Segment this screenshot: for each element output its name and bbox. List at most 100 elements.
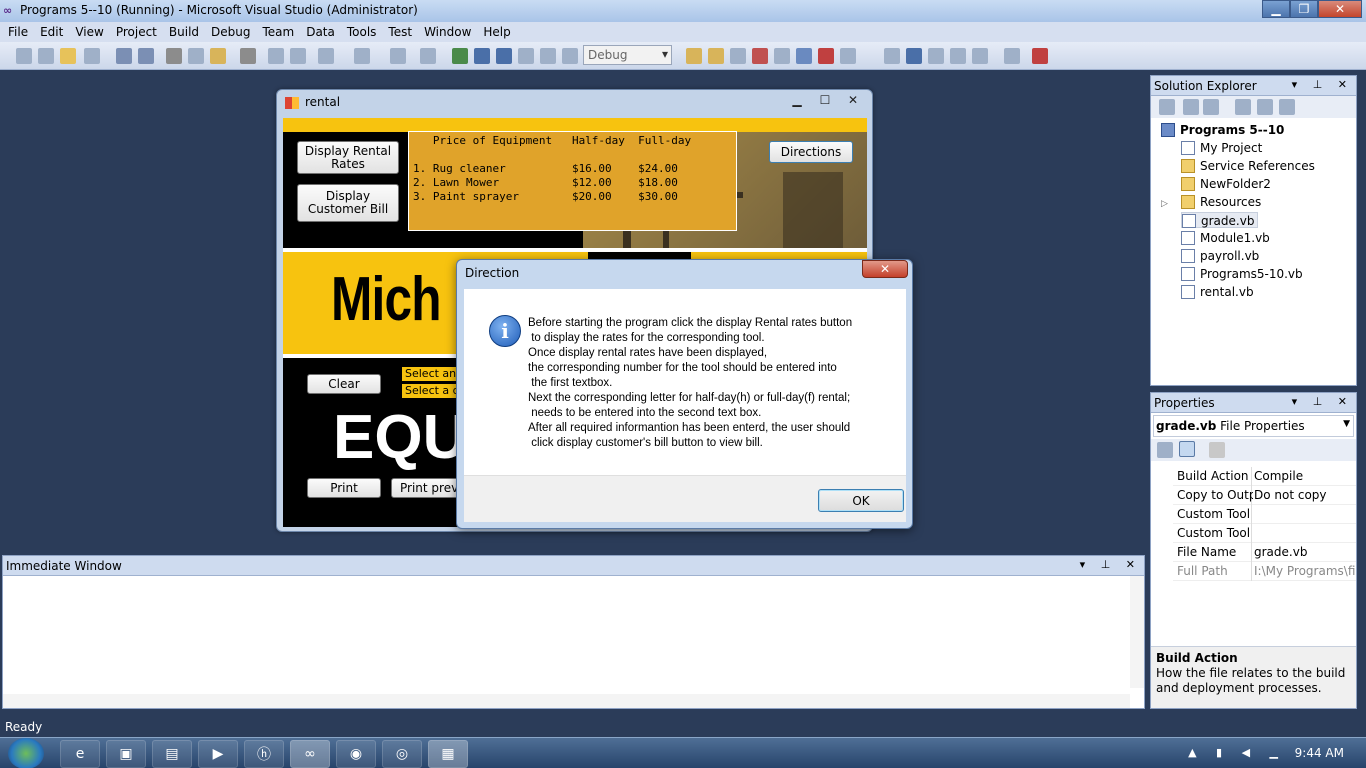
internet-explorer-icon[interactable]: e bbox=[60, 740, 100, 768]
paste-icon[interactable] bbox=[210, 48, 226, 64]
clear-button[interactable]: Clear bbox=[307, 374, 381, 394]
menu-data[interactable]: Data bbox=[300, 25, 341, 39]
menu-view[interactable]: View bbox=[69, 25, 109, 39]
menu-help[interactable]: Help bbox=[477, 25, 516, 39]
navigate-back-icon[interactable] bbox=[390, 48, 406, 64]
save-all-icon[interactable] bbox=[138, 48, 154, 64]
print-preview-button[interactable]: Print preview bbox=[391, 478, 465, 498]
minimize-button[interactable]: ▁ bbox=[1262, 0, 1290, 18]
close-button[interactable]: ✕ bbox=[1318, 0, 1362, 18]
rental-maximize-button[interactable]: ☐ bbox=[812, 91, 838, 108]
configuration-dropdown[interactable]: Debug bbox=[583, 45, 672, 65]
vertical-scrollbar[interactable] bbox=[1130, 576, 1144, 688]
print-button[interactable]: Print bbox=[307, 478, 381, 498]
new-project-icon[interactable] bbox=[16, 48, 32, 64]
menu-test[interactable]: Test bbox=[382, 25, 418, 39]
cut-icon[interactable] bbox=[166, 48, 182, 64]
tree-item-my-project[interactable]: My Project bbox=[1181, 140, 1262, 156]
menu-file[interactable]: File bbox=[2, 25, 34, 39]
copy-icon[interactable] bbox=[188, 48, 204, 64]
object-browser-icon[interactable] bbox=[752, 48, 768, 64]
expand-arrow-icon[interactable]: ▷ bbox=[1161, 196, 1181, 212]
uncomment-icon[interactable] bbox=[290, 48, 306, 64]
add-item-icon[interactable] bbox=[38, 48, 54, 64]
tree-item-service-references[interactable]: Service References bbox=[1181, 158, 1315, 174]
immediate-window[interactable]: Immediate Window ▾ ⊥ ✕ bbox=[2, 555, 1145, 709]
redo-icon[interactable] bbox=[354, 48, 370, 64]
tree-item-grade-vb[interactable]: grade.vb bbox=[1181, 212, 1259, 228]
open-file-icon[interactable] bbox=[60, 48, 76, 64]
property-pages-icon[interactable] bbox=[1209, 442, 1225, 458]
explorer-folder-icon[interactable]: ▤ bbox=[152, 740, 192, 768]
properties-view-icon[interactable] bbox=[1159, 99, 1175, 115]
menu-project[interactable]: Project bbox=[110, 25, 163, 39]
restore-button[interactable]: ❐ bbox=[1290, 0, 1318, 18]
step-out-icon[interactable] bbox=[562, 48, 578, 64]
app-icon[interactable]: ▣ bbox=[106, 740, 146, 768]
tree-item-newfolder2[interactable]: NewFolder2 bbox=[1181, 176, 1271, 192]
refresh-icon[interactable] bbox=[1203, 99, 1219, 115]
directions-button[interactable]: Directions bbox=[769, 141, 853, 163]
tree-item-payroll-vb[interactable]: payroll.vb bbox=[1181, 248, 1259, 264]
show-all-files-icon[interactable] bbox=[1183, 99, 1199, 115]
property-row[interactable]: Custom Tool bbox=[1173, 505, 1356, 524]
menu-team[interactable]: Team bbox=[256, 25, 300, 39]
locals-icon[interactable] bbox=[950, 48, 966, 64]
add-existing-icon[interactable] bbox=[84, 48, 100, 64]
output-icon[interactable] bbox=[840, 48, 856, 64]
property-row[interactable]: Build Action Compile bbox=[1173, 467, 1356, 486]
menu-edit[interactable]: Edit bbox=[34, 25, 69, 39]
stop-icon[interactable] bbox=[496, 48, 512, 64]
window-icon[interactable] bbox=[906, 48, 922, 64]
undo-icon[interactable] bbox=[318, 48, 334, 64]
start-icon[interactable] bbox=[452, 48, 468, 64]
stop-debug-icon[interactable] bbox=[1032, 48, 1048, 64]
tree-item-module1-vb[interactable]: Module1.vb bbox=[1181, 230, 1270, 246]
class-view-icon[interactable] bbox=[796, 48, 812, 64]
rental-app-task-icon[interactable]: ▦ bbox=[428, 740, 468, 768]
step-over-icon[interactable] bbox=[540, 48, 556, 64]
system-tray-icons[interactable]: ▲ ▮ ◀ ▁ bbox=[1188, 746, 1286, 759]
menu-window[interactable]: Window bbox=[418, 25, 477, 39]
tree-item-resources[interactable]: ▷ Resources bbox=[1161, 194, 1261, 210]
navigate-forward-icon[interactable] bbox=[420, 48, 436, 64]
property-row[interactable]: Custom Tool bbox=[1173, 524, 1356, 543]
rental-minimize-button[interactable]: ▁ bbox=[784, 91, 810, 108]
property-row[interactable]: Copy to Outp Do not copy bbox=[1173, 486, 1356, 505]
menu-build[interactable]: Build bbox=[163, 25, 205, 39]
tools-icon[interactable] bbox=[1004, 48, 1020, 64]
save-icon[interactable] bbox=[116, 48, 132, 64]
panel-controls[interactable]: ▾ ⊥ ✕ bbox=[1292, 78, 1353, 91]
tree-project-root[interactable]: Programs 5--10 bbox=[1161, 122, 1284, 138]
network-app-icon[interactable]: ◎ bbox=[382, 740, 422, 768]
ok-button[interactable]: OK bbox=[818, 489, 904, 512]
class-diagram-icon[interactable] bbox=[1279, 99, 1295, 115]
step-into-icon[interactable] bbox=[518, 48, 534, 64]
tree-item-programs5-10-vb[interactable]: Programs5-10.vb bbox=[1181, 266, 1303, 282]
categorized-icon[interactable] bbox=[1157, 442, 1173, 458]
chrome-icon[interactable]: ◉ bbox=[336, 740, 376, 768]
visual-studio-task-icon[interactable]: ∞ bbox=[290, 740, 330, 768]
media-player-icon[interactable]: ▶ bbox=[198, 740, 238, 768]
property-row[interactable]: Full Path I:\My Programs\fin bbox=[1173, 562, 1356, 581]
view-code-icon[interactable] bbox=[1235, 99, 1251, 115]
tree-item-rental-vb[interactable]: rental.vb bbox=[1181, 284, 1254, 300]
start-button[interactable] bbox=[8, 738, 44, 768]
watch-icon[interactable] bbox=[972, 48, 988, 64]
find-in-files-icon[interactable] bbox=[686, 48, 702, 64]
solution-explorer-icon[interactable] bbox=[708, 48, 724, 64]
error-list-icon[interactable] bbox=[818, 48, 834, 64]
properties-icon[interactable] bbox=[730, 48, 746, 64]
breakpoint-icon[interactable] bbox=[884, 48, 900, 64]
rental-close-button[interactable]: ✕ bbox=[840, 91, 866, 108]
find-icon[interactable] bbox=[240, 48, 256, 64]
view-designer-icon[interactable] bbox=[1257, 99, 1273, 115]
dialog-close-button[interactable]: ✕ bbox=[862, 260, 908, 278]
clock[interactable]: 9:44 AM bbox=[1295, 746, 1344, 760]
alphabetical-icon[interactable] bbox=[1179, 441, 1195, 457]
menu-tools[interactable]: Tools bbox=[341, 25, 383, 39]
properties-object-selector[interactable]: grade.vb File Properties ▼ bbox=[1153, 415, 1354, 437]
property-row[interactable]: File Name grade.vb bbox=[1173, 543, 1356, 562]
panel-controls[interactable]: ▾ ⊥ ✕ bbox=[1292, 395, 1353, 408]
display-customer-bill-button[interactable]: Display Customer Bill bbox=[297, 184, 399, 222]
